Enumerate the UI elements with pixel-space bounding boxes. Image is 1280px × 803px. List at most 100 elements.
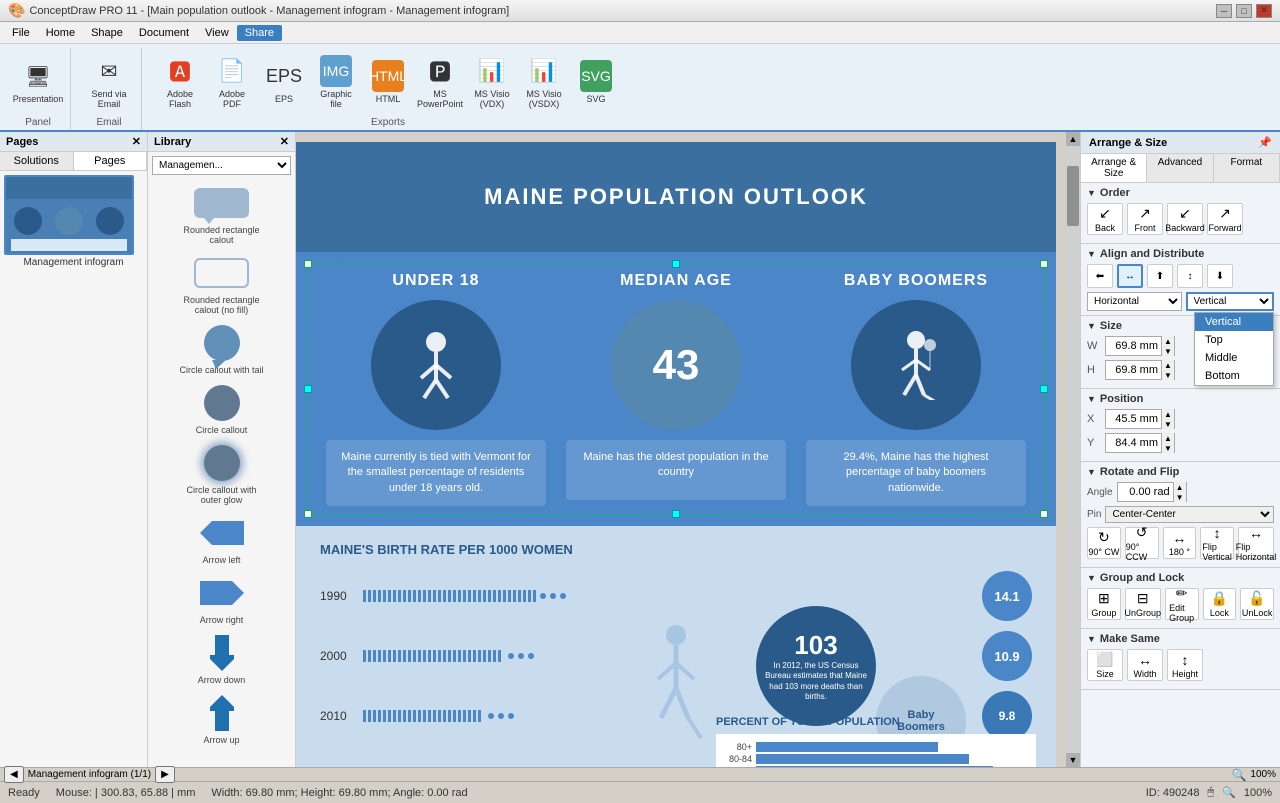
backward-btn[interactable]: ↙ Backward: [1167, 203, 1203, 235]
rotate-180-btn[interactable]: ↔ 180 °: [1163, 527, 1197, 559]
flip-horizontal-btn[interactable]: ↔ FlipHorizontal: [1238, 527, 1274, 559]
pages-panel-close-icon[interactable]: ✕: [132, 135, 141, 148]
width-up-btn[interactable]: ▲: [1162, 336, 1174, 346]
angle-value[interactable]: [1118, 486, 1173, 498]
close-button[interactable]: ✕: [1256, 4, 1272, 18]
rotate-section-title[interactable]: ▼ Rotate and Flip: [1087, 466, 1274, 478]
popup-item-middle[interactable]: Middle: [1195, 349, 1273, 367]
library-dropdown[interactable]: Managemen...: [152, 156, 291, 175]
align-bottom-btn[interactable]: ⬇: [1207, 264, 1233, 288]
height-up-btn[interactable]: ▲: [1162, 360, 1174, 370]
scroll-thumb[interactable]: [1067, 166, 1079, 226]
align-top-btn[interactable]: ⬆: [1147, 264, 1173, 288]
ribbon-presentation-btn[interactable]: 🖥 Presentation: [14, 53, 62, 111]
infogram-canvas[interactable]: MAINE POPULATION OUTLOOK: [296, 142, 1056, 767]
align-left-btn[interactable]: ⬅: [1087, 264, 1113, 288]
align-middle-btn[interactable]: ↕: [1177, 264, 1203, 288]
menu-document[interactable]: Document: [131, 25, 197, 41]
ribbon-graphic-btn[interactable]: IMG Graphicfile: [312, 53, 360, 111]
shape-item-arrow-left[interactable]: Arrow left: [152, 513, 291, 565]
menu-file[interactable]: File: [4, 25, 38, 41]
page-nav-next-btn[interactable]: ▶: [155, 766, 175, 783]
ungroup-btn[interactable]: ⊟ UnGroup: [1125, 588, 1161, 620]
popup-item-bottom[interactable]: Bottom: [1195, 367, 1273, 385]
library-close-icon[interactable]: ✕: [280, 135, 289, 148]
align-section-title[interactable]: ▼ Align and Distribute: [1087, 248, 1274, 260]
shape-item-arrow-down[interactable]: Arrow down: [152, 633, 291, 685]
ribbon-ms-visio-vsdx-btn[interactable]: 📊 MS Visio(VSDX): [520, 53, 568, 111]
lock-btn[interactable]: 🔒 Lock: [1203, 588, 1237, 620]
shape-item-rounded-rect-nofill[interactable]: Rounded rectanglecalout (no fill): [152, 253, 291, 315]
make-same-width-btn[interactable]: ↔ Width: [1127, 649, 1163, 681]
ribbon-send-email-btn[interactable]: ✉ Send viaEmail: [85, 53, 133, 111]
canvas-area[interactable]: MAINE POPULATION OUTLOOK: [296, 132, 1066, 767]
popup-item-top[interactable]: Top: [1195, 331, 1273, 349]
shape-item-circle-glow[interactable]: Circle callout withouter glow: [152, 443, 291, 505]
align-center-btn[interactable]: ↔: [1117, 264, 1143, 288]
back-btn[interactable]: ↙ Back: [1087, 203, 1123, 235]
maximize-button[interactable]: □: [1236, 4, 1252, 18]
menu-shape[interactable]: Shape: [83, 25, 131, 41]
x-value[interactable]: [1106, 413, 1161, 425]
minimize-button[interactable]: ─: [1216, 4, 1232, 18]
ribbon-ms-visio-vdx-btn[interactable]: 📊 MS Visio(VDX): [468, 53, 516, 111]
ribbon-html-btn[interactable]: HTML HTML: [364, 53, 412, 111]
menu-view[interactable]: View: [197, 25, 237, 41]
front-btn[interactable]: ↗ Front: [1127, 203, 1163, 235]
ribbon-adobe-flash-btn[interactable]: 🅰 AdobeFlash: [156, 53, 204, 111]
y-down-btn[interactable]: ▼: [1162, 443, 1174, 453]
shape-item-circle-callout[interactable]: Circle callout: [152, 383, 291, 435]
vertical-align-dropdown[interactable]: Vertical Top Middle Bottom: [1186, 292, 1275, 311]
make-same-height-btn[interactable]: ↕ Height: [1167, 649, 1203, 681]
menu-home[interactable]: Home: [38, 25, 83, 41]
format-tab[interactable]: Format: [1214, 154, 1280, 182]
position-section-title[interactable]: ▼ Position: [1087, 393, 1274, 405]
order-section-title[interactable]: ▼ Order: [1087, 187, 1274, 199]
angle-input[interactable]: ▲ ▼: [1117, 482, 1187, 502]
edit-group-btn[interactable]: ✏ EditGroup: [1165, 588, 1199, 620]
angle-down-btn[interactable]: ▼: [1174, 492, 1186, 502]
horizontal-align-dropdown[interactable]: Horizontal: [1087, 292, 1182, 311]
scroll-down-btn[interactable]: ▼: [1066, 753, 1080, 767]
pin-dropdown[interactable]: Center-Center: [1105, 506, 1274, 523]
group-lock-title[interactable]: ▼ Group and Lock: [1087, 572, 1274, 584]
x-up-btn[interactable]: ▲: [1162, 409, 1174, 419]
width-value[interactable]: [1106, 340, 1161, 352]
shape-item-circle-tail[interactable]: Circle callout with tail: [152, 323, 291, 375]
pages-tab[interactable]: Pages: [74, 152, 148, 170]
height-down-btn[interactable]: ▼: [1162, 370, 1174, 380]
popup-item-vertical[interactable]: Vertical: [1195, 313, 1273, 331]
menu-share[interactable]: Share: [237, 25, 282, 41]
width-down-btn[interactable]: ▼: [1162, 346, 1174, 356]
flip-vertical-btn[interactable]: ↕ FlipVertical: [1200, 527, 1234, 559]
ribbon-ms-ppt-btn[interactable]: 🅿 MSPowerPoint: [416, 53, 464, 111]
width-input[interactable]: ▲ ▼: [1105, 336, 1175, 356]
x-input[interactable]: ▲ ▼: [1105, 409, 1175, 429]
shape-item-arrow-right[interactable]: Arrow right: [152, 573, 291, 625]
y-input[interactable]: ▲ ▼: [1105, 433, 1175, 453]
zoom-out-btn[interactable]: 🔍: [1231, 768, 1246, 782]
unlock-btn[interactable]: 🔓 UnLock: [1240, 588, 1274, 620]
advanced-tab[interactable]: Advanced: [1147, 154, 1213, 182]
height-input[interactable]: ▲ ▼: [1105, 360, 1175, 380]
canvas-vertical-scrollbar[interactable]: ▲ ▼: [1066, 132, 1080, 767]
scroll-up-btn[interactable]: ▲: [1066, 132, 1080, 146]
shape-item-arrow-up[interactable]: Arrow up: [152, 693, 291, 745]
rotate-90cw-btn[interactable]: ↻ 90° CW: [1087, 527, 1121, 559]
height-value[interactable]: [1106, 364, 1161, 376]
shape-item-rounded-rect-callout[interactable]: Rounded rectanglecalout: [152, 183, 291, 245]
angle-up-btn[interactable]: ▲: [1174, 482, 1186, 492]
ribbon-adobe-pdf-btn[interactable]: 📄 AdobePDF: [208, 53, 256, 111]
y-value[interactable]: [1106, 437, 1161, 449]
solutions-tab[interactable]: Solutions: [0, 152, 74, 170]
forward-btn[interactable]: ↗ Forward: [1207, 203, 1243, 235]
group-btn[interactable]: ⊞ Group: [1087, 588, 1121, 620]
rotate-90ccw-btn[interactable]: ↺ 90° CCW: [1125, 527, 1159, 559]
arrange-size-tab[interactable]: Arrange & Size: [1081, 154, 1147, 182]
ribbon-eps-btn[interactable]: EPS EPS: [260, 53, 308, 111]
page-nav-prev-btn[interactable]: ◀: [4, 766, 24, 783]
y-up-btn[interactable]: ▲: [1162, 433, 1174, 443]
make-same-size-btn[interactable]: ⬜ Size: [1087, 649, 1123, 681]
arrange-panel-pin-icon[interactable]: 📌: [1258, 136, 1272, 149]
make-same-title[interactable]: ▼ Make Same: [1087, 633, 1274, 645]
